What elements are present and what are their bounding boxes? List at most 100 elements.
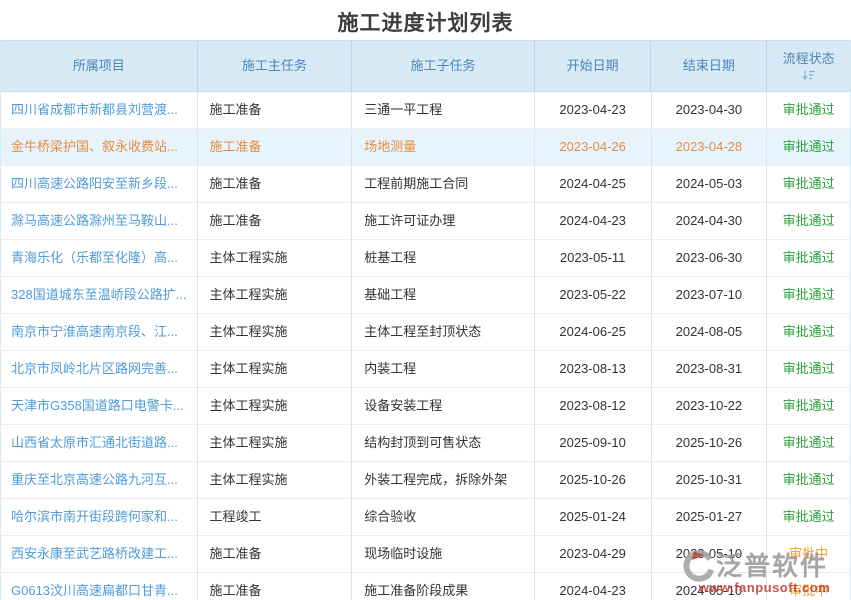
main-task-cell: 主体工程实施 bbox=[198, 277, 353, 313]
project-link[interactable]: G0613汶川高速扁都口甘青... bbox=[1, 573, 198, 600]
table-header-row: 所属项目 施工主任务 施工子任务 开始日期 结束日期 流程状态 bbox=[1, 41, 850, 92]
sort-descending-icon[interactable] bbox=[802, 69, 816, 81]
main-task-cell: 主体工程实施 bbox=[198, 351, 353, 387]
status-link[interactable]: 审批通过 bbox=[767, 129, 850, 165]
sub-task-cell: 主体工程至封顶状态 bbox=[352, 314, 535, 350]
sub-task-cell: 现场临时设施 bbox=[352, 536, 535, 572]
main-task-cell: 施工准备 bbox=[198, 92, 353, 128]
page-title: 施工进度计划列表 bbox=[0, 0, 851, 33]
table-row: 山西省太原市汇通北街道路... 主体工程实施 结构封顶到可售状态 2025-09… bbox=[1, 425, 850, 462]
end-date-cell: 2025-01-27 bbox=[652, 499, 768, 535]
table-row: 金牛桥梁护国、叙永收费站... 施工准备 场地测量 2023-04-26 202… bbox=[1, 129, 850, 166]
status-link[interactable]: 审批中 bbox=[767, 536, 850, 572]
column-header-project-label: 所属项目 bbox=[73, 58, 125, 74]
start-date-cell: 2024-06-25 bbox=[535, 314, 652, 350]
end-date-cell: 2025-10-31 bbox=[652, 462, 768, 498]
main-task-cell: 主体工程实施 bbox=[198, 314, 353, 350]
start-date-cell: 2023-04-23 bbox=[535, 92, 652, 128]
status-link[interactable]: 审批通过 bbox=[767, 92, 850, 128]
column-header-main-task-label: 施工主任务 bbox=[242, 58, 307, 74]
end-date-cell: 2023-05-10 bbox=[652, 536, 768, 572]
start-date-cell: 2025-01-24 bbox=[535, 499, 652, 535]
sub-task-cell: 施工许可证办理 bbox=[352, 203, 535, 239]
status-link[interactable]: 审批通过 bbox=[767, 203, 850, 239]
sub-task-cell: 基础工程 bbox=[352, 277, 535, 313]
main-task-cell: 施工准备 bbox=[198, 166, 353, 202]
main-task-cell: 主体工程实施 bbox=[198, 388, 353, 424]
start-date-cell: 2023-05-11 bbox=[535, 240, 652, 276]
column-header-end-date: 结束日期 bbox=[651, 41, 767, 91]
sub-task-cell: 场地测量 bbox=[352, 129, 535, 165]
column-header-status-label: 流程状态 bbox=[783, 51, 835, 67]
project-link[interactable]: 金牛桥梁护国、叙永收费站... bbox=[1, 129, 198, 165]
table-row: 北京市凤岭北片区路网完善... 主体工程实施 内装工程 2023-08-13 2… bbox=[1, 351, 850, 388]
table-body: 四川省成都市新都县刘营渡... 施工准备 三通一平工程 2023-04-23 2… bbox=[1, 92, 850, 600]
sub-task-cell: 综合验收 bbox=[352, 499, 535, 535]
table-row: 重庆至北京高速公路九河互... 主体工程实施 外装工程完成，拆除外架 2025-… bbox=[1, 462, 850, 499]
start-date-cell: 2023-08-12 bbox=[535, 388, 652, 424]
main-task-cell: 工程竣工 bbox=[198, 499, 353, 535]
main-task-cell: 施工准备 bbox=[198, 129, 353, 165]
start-date-cell: 2025-10-26 bbox=[535, 462, 652, 498]
start-date-cell: 2024-04-25 bbox=[535, 166, 652, 202]
project-link[interactable]: 西安永康至武艺路桥改建工... bbox=[1, 536, 198, 572]
project-link[interactable]: 南京市宁淮高速南京段、江... bbox=[1, 314, 198, 350]
end-date-cell: 2023-10-22 bbox=[652, 388, 768, 424]
start-date-cell: 2024-04-23 bbox=[535, 203, 652, 239]
progress-plan-table: 所属项目 施工主任务 施工子任务 开始日期 结束日期 流程状态 bbox=[0, 40, 851, 600]
table-row: 西安永康至武艺路桥改建工... 施工准备 现场临时设施 2023-04-29 2… bbox=[1, 536, 850, 573]
table-row: 滁马高速公路滁州至马鞍山... 施工准备 施工许可证办理 2024-04-23 … bbox=[1, 203, 850, 240]
column-header-project: 所属项目 bbox=[1, 41, 198, 91]
project-link[interactable]: 四川高速公路阳安至新乡段... bbox=[1, 166, 198, 202]
main-task-cell: 主体工程实施 bbox=[198, 240, 353, 276]
end-date-cell: 2025-10-26 bbox=[652, 425, 768, 461]
table-row: 四川省成都市新都县刘营渡... 施工准备 三通一平工程 2023-04-23 2… bbox=[1, 92, 850, 129]
column-header-status[interactable]: 流程状态 bbox=[767, 41, 850, 91]
status-link[interactable]: 审批通过 bbox=[767, 240, 850, 276]
status-link[interactable]: 审批通过 bbox=[767, 351, 850, 387]
status-link[interactable]: 审批通过 bbox=[767, 388, 850, 424]
end-date-cell: 2023-04-28 bbox=[652, 129, 768, 165]
project-link[interactable]: 重庆至北京高速公路九河互... bbox=[1, 462, 198, 498]
start-date-cell: 2023-08-13 bbox=[535, 351, 652, 387]
start-date-cell: 2023-05-22 bbox=[535, 277, 652, 313]
end-date-cell: 2024-05-10 bbox=[652, 573, 768, 600]
column-header-start-date-label: 开始日期 bbox=[567, 58, 619, 74]
end-date-cell: 2023-04-30 bbox=[652, 92, 768, 128]
status-link[interactable]: 审批通过 bbox=[767, 499, 850, 535]
project-link[interactable]: 天津市G358国道路口电警卡... bbox=[1, 388, 198, 424]
project-link[interactable]: 哈尔滨市南开街段跨何家和... bbox=[1, 499, 198, 535]
project-link[interactable]: 山西省太原市汇通北街道路... bbox=[1, 425, 198, 461]
main-task-cell: 施工准备 bbox=[198, 536, 353, 572]
status-link[interactable]: 审批通过 bbox=[767, 277, 850, 313]
status-link[interactable]: 审批通过 bbox=[767, 166, 850, 202]
table-row: 四川高速公路阳安至新乡段... 施工准备 工程前期施工合同 2024-04-25… bbox=[1, 166, 850, 203]
sub-task-cell: 桩基工程 bbox=[352, 240, 535, 276]
project-link[interactable]: 四川省成都市新都县刘营渡... bbox=[1, 92, 198, 128]
status-link[interactable]: 审批通过 bbox=[767, 425, 850, 461]
table-row: 哈尔滨市南开街段跨何家和... 工程竣工 综合验收 2025-01-24 202… bbox=[1, 499, 850, 536]
sub-task-cell: 工程前期施工合同 bbox=[352, 166, 535, 202]
end-date-cell: 2023-07-10 bbox=[652, 277, 768, 313]
status-link[interactable]: 审批中 bbox=[767, 573, 850, 600]
table-row: 青海乐化（乐都至化隆）高... 主体工程实施 桩基工程 2023-05-11 2… bbox=[1, 240, 850, 277]
project-link[interactable]: 青海乐化（乐都至化隆）高... bbox=[1, 240, 198, 276]
status-link[interactable]: 审批通过 bbox=[767, 462, 850, 498]
end-date-cell: 2024-04-30 bbox=[652, 203, 768, 239]
column-header-end-date-label: 结束日期 bbox=[683, 58, 735, 74]
start-date-cell: 2025-09-10 bbox=[535, 425, 652, 461]
sub-task-cell: 结构封顶到可售状态 bbox=[352, 425, 535, 461]
start-date-cell: 2023-04-29 bbox=[535, 536, 652, 572]
column-header-sub-task-label: 施工子任务 bbox=[410, 58, 475, 74]
project-link[interactable]: 328国道城东至温峤段公路扩... bbox=[1, 277, 198, 313]
sub-task-cell: 内装工程 bbox=[352, 351, 535, 387]
end-date-cell: 2023-08-31 bbox=[652, 351, 768, 387]
project-link[interactable]: 滁马高速公路滁州至马鞍山... bbox=[1, 203, 198, 239]
status-link[interactable]: 审批通过 bbox=[767, 314, 850, 350]
column-header-start-date: 开始日期 bbox=[535, 41, 652, 91]
start-date-cell: 2024-04-23 bbox=[535, 573, 652, 600]
project-link[interactable]: 北京市凤岭北片区路网完善... bbox=[1, 351, 198, 387]
table-row: 328国道城东至温峤段公路扩... 主体工程实施 基础工程 2023-05-22… bbox=[1, 277, 850, 314]
end-date-cell: 2023-06-30 bbox=[652, 240, 768, 276]
sub-task-cell: 外装工程完成，拆除外架 bbox=[352, 462, 535, 498]
